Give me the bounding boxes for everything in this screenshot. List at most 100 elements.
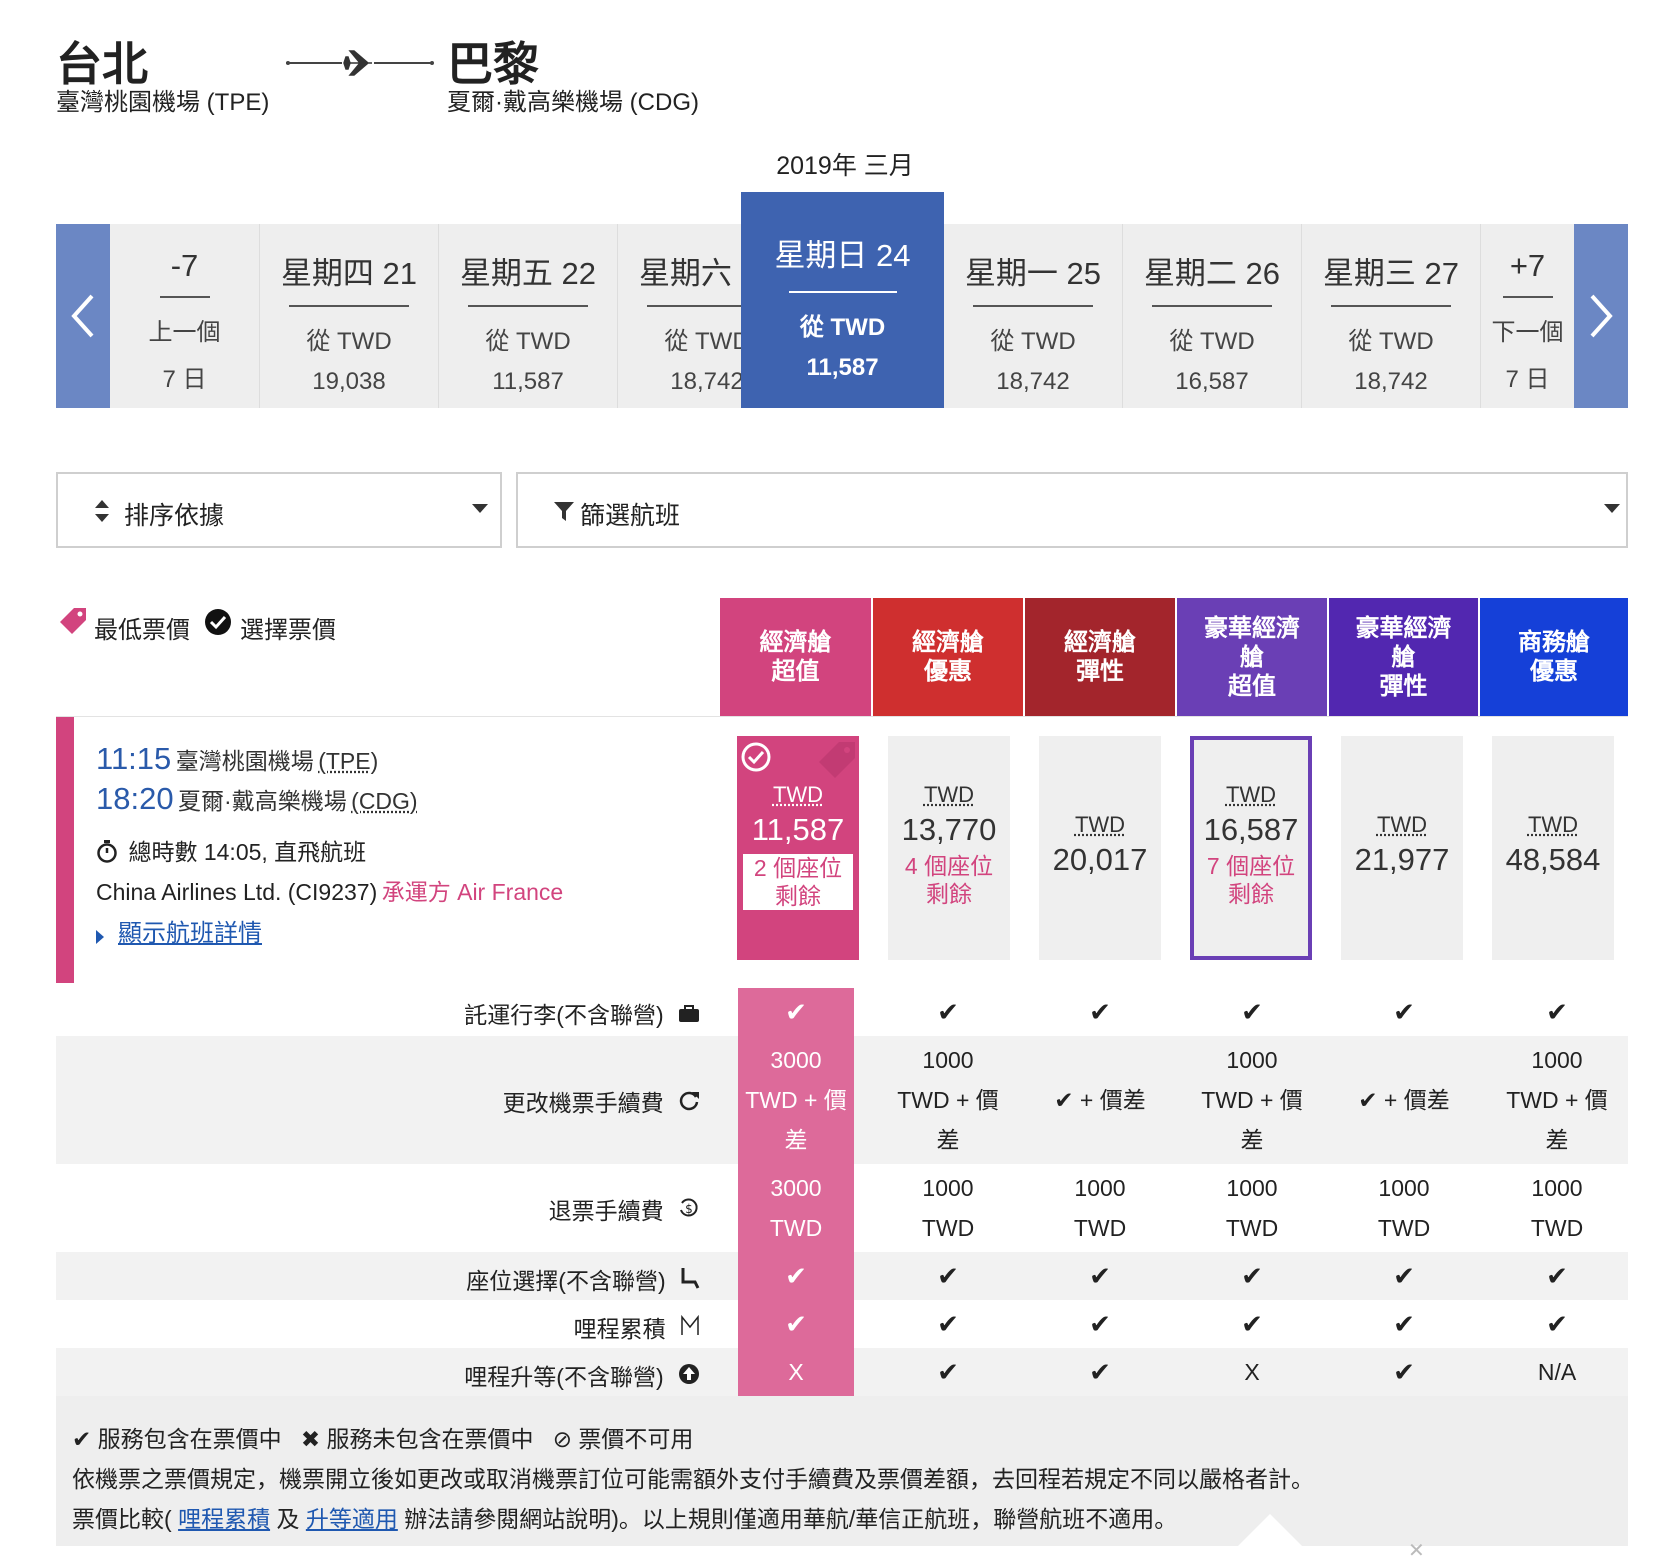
- close-icon[interactable]: ✕: [1408, 1538, 1425, 1556]
- day-22[interactable]: 星期五 22 從 TWD 11,587: [439, 224, 618, 408]
- day-divider: [1152, 305, 1272, 307]
- fare-option-business-saver[interactable]: TWD 48,584: [1492, 736, 1614, 960]
- day-divider: [160, 296, 210, 298]
- legend-excluded: 服務未包含在票價中: [327, 1426, 534, 1452]
- fare-currency: TWD: [1492, 812, 1614, 838]
- selected-check-icon: [741, 742, 771, 772]
- fee-currency: TWD: [1487, 1208, 1627, 1248]
- fee-currency: TWD + 價: [726, 1080, 866, 1120]
- chevron-down-icon: [1604, 504, 1620, 513]
- day-title: 星期日 24: [741, 230, 944, 275]
- fare-class-type: 優惠: [1518, 657, 1590, 686]
- seats-remaining: 剩餘: [775, 883, 821, 909]
- cell-upgrade-economy-value: X: [726, 1352, 866, 1392]
- fare-class-type: 彈性: [1064, 657, 1136, 686]
- day-27[interactable]: 星期三 27 從 TWD 18,742: [1302, 224, 1481, 408]
- arrival-airport: 夏爾·戴高樂機場: [178, 788, 347, 814]
- day-divider: [289, 305, 409, 307]
- cell-baggage-economy-saver: ✔: [878, 992, 1018, 1032]
- departure-code: (TPE): [318, 748, 378, 774]
- feature-label-baggage: 託運行李(不含聯營): [0, 996, 700, 1030]
- sort-icon: [94, 498, 110, 524]
- chevron-right-icon: [1588, 293, 1614, 339]
- feature-label-change-fee: 更改機票手續費: [0, 1084, 700, 1118]
- filter-dropdown[interactable]: 篩選航班: [516, 472, 1628, 548]
- cell-change-economy-value: 3000 TWD + 價差: [726, 1040, 866, 1160]
- upgrade-rules-link[interactable]: 升等適用: [306, 1506, 398, 1532]
- fare-class-premium-flex: 豪華經濟艙彈性: [1329, 598, 1478, 716]
- fare-option-premium-flex[interactable]: TWD 21,977: [1341, 736, 1463, 960]
- operated-by: 承運方 Air France: [382, 879, 563, 905]
- filter-label: 篩選航班: [580, 496, 680, 532]
- caret-right-icon: [96, 930, 104, 944]
- day-price: 11,587: [741, 354, 944, 382]
- arrival-time: 18:20: [96, 781, 174, 816]
- fee-amount: 1000: [1030, 1168, 1170, 1208]
- fare-amount: 20,017: [1039, 842, 1161, 878]
- fee-currency: TWD: [1030, 1208, 1170, 1248]
- fare-currency: TWD: [1194, 782, 1308, 808]
- fare-option-economy-flex[interactable]: TWD 20,017: [1039, 736, 1161, 960]
- fare-amount: 21,977: [1341, 842, 1463, 878]
- fee-amount: 1000: [1487, 1040, 1627, 1080]
- miles-icon: [680, 1315, 700, 1337]
- fee-amount: 1000: [878, 1168, 1018, 1208]
- day-title: 星期二 26: [1123, 248, 1301, 293]
- fare-currency: TWD: [1039, 812, 1161, 838]
- show-flight-details-link[interactable]: 顯示航班詳情: [118, 920, 262, 947]
- seats-remaining: 剩餘: [926, 881, 972, 907]
- miles-accrual-link[interactable]: 哩程累積: [178, 1506, 270, 1532]
- fare-currency: TWD: [888, 782, 1010, 808]
- fare-seats: 2 個座位 剩餘: [743, 854, 853, 910]
- day-21[interactable]: 星期四 21 從 TWD 19,038: [260, 224, 439, 408]
- feature-label-seat-selection: 座位選擇(不含聯營): [0, 1262, 700, 1296]
- prev-week-button[interactable]: [56, 224, 110, 408]
- fare-seats: 4 個座位 剩餘: [888, 852, 1010, 908]
- seats-left: 7 個座位: [1207, 853, 1295, 879]
- fee-currency: TWD: [1182, 1208, 1322, 1248]
- fare-class-business-saver: 商務艙 優惠: [1480, 598, 1628, 716]
- cell-miles-economy-flex: ✔: [1030, 1304, 1170, 1344]
- panel-pointer: [1234, 1514, 1306, 1550]
- fare-option-economy-saver[interactable]: TWD 13,770 4 個座位 剩餘: [888, 736, 1010, 960]
- day-prev-7[interactable]: -7 上一個 7 日: [110, 224, 260, 408]
- day-next-7[interactable]: +7 下一個 7 日: [1481, 224, 1574, 408]
- duration-row: 總時數 14:05, 直飛航班: [96, 833, 366, 867]
- fare-class-name-cont: 艙: [1356, 643, 1452, 672]
- fare-class-economy-flex: 經濟艙 彈性: [1025, 598, 1175, 716]
- cell-change-economy-flex: ✔ + 價差: [1030, 1080, 1170, 1120]
- refund-icon: $: [678, 1197, 700, 1219]
- day-24-selected[interactable]: 星期日 24 從 TWD 11,587: [741, 192, 944, 408]
- day-title: 星期三 27: [1302, 248, 1480, 293]
- cell-refund-business-saver: 1000 TWD: [1487, 1168, 1627, 1248]
- fee-amount: 1000: [1182, 1168, 1322, 1208]
- day-26[interactable]: 星期二 26 從 TWD 16,587: [1123, 224, 1302, 408]
- arrival-row: 18:20 夏爾·戴高樂機場 (CDG): [96, 781, 418, 817]
- fare-class-type: 優惠: [912, 657, 984, 686]
- notes-bottom-band: [56, 1546, 1628, 1556]
- compare-and: 及: [276, 1506, 299, 1532]
- upgrade-icon: [678, 1363, 700, 1385]
- next-week-button[interactable]: [1574, 224, 1628, 408]
- day-price: 11,587: [439, 368, 617, 396]
- day-divider: [973, 305, 1093, 307]
- notes-rule: 依機票之票價規定，機票開立後如更改或取消機票訂位可能需額外支付手續費及票價差額，…: [72, 1460, 1314, 1494]
- feature-label-miles-accrual: 哩程累積: [0, 1310, 700, 1344]
- day-prev-label: 上一個: [110, 312, 259, 347]
- fare-amount: 48,584: [1492, 842, 1614, 878]
- fee-amount: 1000: [1182, 1040, 1322, 1080]
- compare-prefix: 票價比較(: [72, 1506, 172, 1532]
- notes-compare: 票價比較( 哩程累積 及 升等適用 辦法請參閱網站說明)。以上規則僅適用華航/華…: [72, 1500, 1177, 1534]
- day-from: 從 TWD: [260, 321, 438, 356]
- fare-class-name: 商務艙: [1518, 628, 1590, 657]
- day-divider: [789, 291, 897, 293]
- day-25[interactable]: 星期一 25 從 TWD 18,742: [944, 224, 1123, 408]
- fee-amount: 3000: [726, 1040, 866, 1080]
- day-divider: [468, 305, 588, 307]
- fee-currency: TWD + 價: [1182, 1080, 1322, 1120]
- month-label: 2019年 三月: [700, 146, 990, 182]
- feature-label-refund-fee: 退票手續費 $: [0, 1192, 700, 1226]
- sort-dropdown[interactable]: 排序依據: [56, 472, 502, 548]
- fare-option-economy-value[interactable]: TWD 11,587 2 個座位 剩餘: [737, 736, 859, 960]
- fare-option-premium-value[interactable]: TWD 16,587 7 個座位 剩餘: [1190, 736, 1312, 960]
